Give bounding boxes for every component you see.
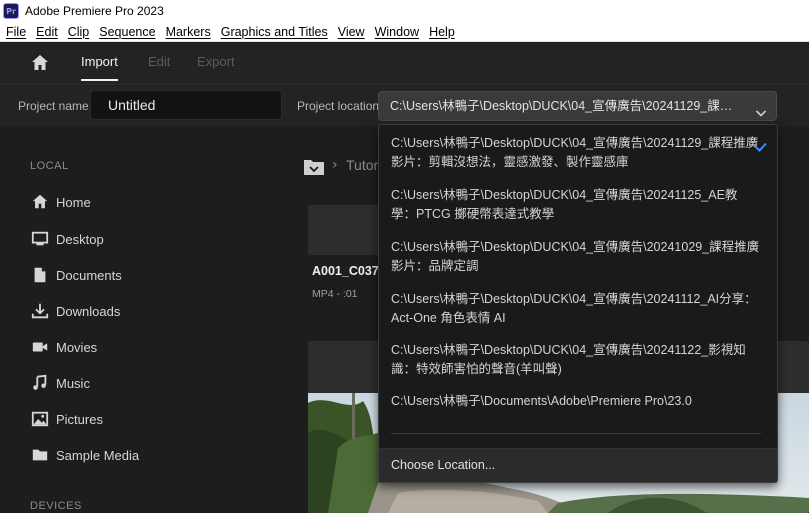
menu-sequence[interactable]: Sequence [94, 25, 160, 39]
project-settings-bar: Project name Untitled Project location C… [0, 86, 809, 126]
sidebar-item-music[interactable]: Music [30, 372, 90, 394]
sidebar-item-label: Documents [56, 267, 122, 283]
project-name-label: Project name [18, 99, 89, 113]
monitor-icon [30, 230, 49, 249]
location-option-3[interactable]: C:\Users\林鴨子\Desktop\DUCK\04_宣傳廣告\202410… [391, 238, 761, 276]
location-option-1[interactable]: C:\Users\林鴨子\Desktop\DUCK\04_宣傳廣告\202411… [391, 134, 761, 172]
clip-meta: MP4 - :01 [312, 288, 358, 300]
breadcrumb-separator-icon: › [332, 157, 338, 173]
menu-file[interactable]: File [0, 25, 31, 39]
sidebar-item-desktop[interactable]: Desktop [30, 228, 104, 250]
project-location-dropdown: C:\Users\林鴨子\Desktop\DUCK\04_宣傳廣告\202411… [378, 124, 778, 483]
location-option-5[interactable]: C:\Users\林鴨子\Desktop\DUCK\04_宣傳廣告\202411… [391, 341, 761, 379]
menu-edit[interactable]: Edit [31, 25, 63, 39]
sidebar-item-documents[interactable]: Documents [30, 264, 122, 286]
menu-clip[interactable]: Clip [63, 25, 95, 39]
clip-name: A001_C037_ [312, 264, 386, 278]
sidebar-item-label: Music [56, 375, 90, 391]
workspace-nav: Import Edit Export [0, 43, 809, 85]
choose-location-label: Choose Location... [391, 458, 496, 472]
premiere-app-icon: Pr [3, 3, 19, 19]
menu-graphics-and-titles[interactable]: Graphics and Titles [216, 25, 333, 39]
breadcrumb[interactable]: Tutor [346, 157, 378, 173]
sidebar-item-movies[interactable]: Movies [30, 336, 97, 358]
download-icon [30, 302, 49, 321]
image-icon [30, 410, 49, 429]
project-location-select[interactable]: C:\Users\林鴨子\Desktop\DUCK\04_宣傳廣告\202411… [378, 91, 777, 121]
sidebar-item-pictures[interactable]: Pictures [30, 408, 103, 430]
chevron-down-icon [755, 101, 767, 117]
sidebar-item-label: Downloads [56, 303, 121, 319]
menu-markers[interactable]: Markers [161, 25, 216, 39]
sidebar-item-downloads[interactable]: Downloads [30, 300, 120, 322]
sidebar-item-label: Sample Media [56, 447, 140, 463]
home-icon [30, 193, 49, 212]
local-section-heading: LOCAL [30, 160, 69, 172]
choose-location-button[interactable]: Choose Location... [379, 448, 777, 482]
tab-import[interactable]: Import [81, 54, 118, 81]
location-option-6[interactable]: C:\Users\林鴨子\Documents\Adobe\Premiere Pr… [391, 392, 761, 411]
project-location-value: C:\Users\林鴨子\Desktop\DUCK\04_宣傳廣告\202411… [390, 99, 740, 113]
menu-window[interactable]: Window [370, 25, 424, 39]
document-icon [30, 266, 49, 285]
dropdown-divider [391, 433, 761, 434]
title-bar: Pr Adobe Premiere Pro 2023 [0, 0, 809, 22]
project-location-label: Project location [297, 99, 380, 113]
sidebar-item-label: Pictures [56, 411, 103, 427]
music-note-icon [30, 374, 49, 393]
window-title: Adobe Premiere Pro 2023 [25, 4, 164, 18]
location-option-2[interactable]: C:\Users\林鴨子\Desktop\DUCK\04_宣傳廣告\202411… [391, 186, 761, 224]
sidebar-item-label: Desktop [56, 231, 104, 247]
sidebar-item-label: Home [56, 194, 91, 210]
sidebar-item-home[interactable]: Home [30, 191, 91, 213]
checkmark-icon [754, 138, 768, 152]
sidebar-item-label: Movies [56, 339, 98, 355]
menu-bar: File Edit Clip Sequence Markers Graphics… [0, 22, 809, 42]
home-icon[interactable] [30, 53, 50, 73]
menu-view[interactable]: View [333, 25, 370, 39]
location-option-4[interactable]: C:\Users\林鴨子\Desktop\DUCK\04_宣傳廣告\202411… [391, 290, 761, 328]
sidebar-item-sample-media[interactable]: Sample Media [30, 444, 139, 466]
tab-export[interactable]: Export [197, 54, 235, 69]
menu-help[interactable]: Help [424, 25, 460, 39]
devices-section-heading: DEVICES [30, 500, 82, 512]
folder-dropdown-icon[interactable] [303, 158, 325, 176]
folder-icon [30, 446, 49, 465]
sidebar: LOCAL Home Desktop Documents Downloads M… [0, 127, 290, 513]
video-camera-icon [30, 338, 49, 357]
project-name-input[interactable]: Untitled [90, 90, 282, 120]
tab-edit[interactable]: Edit [148, 54, 170, 69]
